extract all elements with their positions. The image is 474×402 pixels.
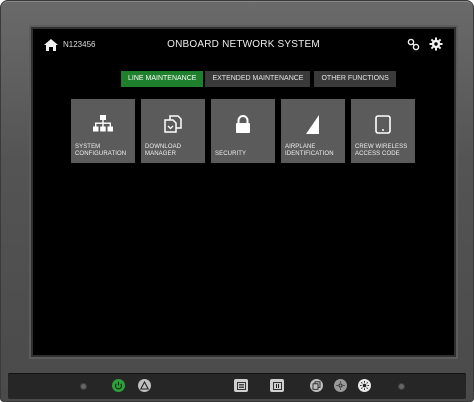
indicator-light xyxy=(80,383,87,390)
gear-icon[interactable] xyxy=(429,37,443,51)
tab-extended-maintenance[interactable]: EXTENDED MAINTENANCE xyxy=(205,71,311,87)
network-hierarchy-icon xyxy=(93,115,113,132)
wedge-icon xyxy=(306,115,319,134)
pause-icon xyxy=(272,381,282,390)
tile-label: SECURITY xyxy=(215,151,247,157)
display-screen: N123456 ONBOARD NETWORK SYSTEM LINE MAIN… xyxy=(33,29,454,355)
indicator-light xyxy=(398,383,405,390)
tile-label: DOWNLOAD MANAGER xyxy=(145,144,182,157)
download-manager-icon xyxy=(164,115,182,133)
tile-security[interactable]: SECURITY xyxy=(211,99,275,163)
bright-sun-icon xyxy=(360,381,369,390)
tile-airplane-identification[interactable]: AIRPLANE IDENTIFICATION xyxy=(281,99,345,163)
link-icon[interactable] xyxy=(407,38,420,51)
tile-label: CREW WIRELESS ACCESS CODE xyxy=(355,144,408,157)
tile-crew-wireless-access-code[interactable]: CREW WIRELESS ACCESS CODE xyxy=(351,99,415,163)
power-icon xyxy=(114,381,123,390)
tablet-icon xyxy=(375,115,391,134)
tab-other-functions[interactable]: OTHER FUNCTIONS xyxy=(314,71,396,87)
page-title: ONBOARD NETWORK SYSTEM xyxy=(167,39,320,50)
copy-icon xyxy=(312,381,321,390)
power-button[interactable] xyxy=(112,379,125,392)
tab-bar: LINE MAINTENANCE EXTENDED MAINTENANCE OT… xyxy=(121,71,398,87)
warning-icon xyxy=(140,381,149,390)
brightness-down-button[interactable] xyxy=(334,379,347,392)
list-icon xyxy=(236,381,246,390)
lock-icon xyxy=(236,115,250,133)
header-bar: N123456 ONBOARD NETWORK SYSTEM xyxy=(33,29,454,61)
dim-sun-icon xyxy=(336,381,345,390)
tab-line-maintenance[interactable]: LINE MAINTENANCE xyxy=(121,71,204,87)
display-button[interactable] xyxy=(310,379,323,392)
tile-label: AIRPLANE IDENTIFICATION xyxy=(285,144,334,157)
alert-button[interactable] xyxy=(138,379,151,392)
tile-label: SYSTEM CONFIGURATION xyxy=(75,144,127,157)
tile-system-configuration[interactable]: SYSTEM CONFIGURATION xyxy=(71,99,135,163)
brightness-up-button[interactable] xyxy=(358,379,371,392)
function-tiles: SYSTEM CONFIGURATION DOWNLOAD MANAGER SE… xyxy=(71,99,421,163)
pause-button[interactable] xyxy=(270,379,284,392)
menu-button[interactable] xyxy=(234,379,248,392)
display-bezel: N123456 ONBOARD NETWORK SYSTEM LINE MAIN… xyxy=(0,0,474,402)
bezel-control-strip xyxy=(8,373,466,399)
tile-download-manager[interactable]: DOWNLOAD MANAGER xyxy=(141,99,205,163)
